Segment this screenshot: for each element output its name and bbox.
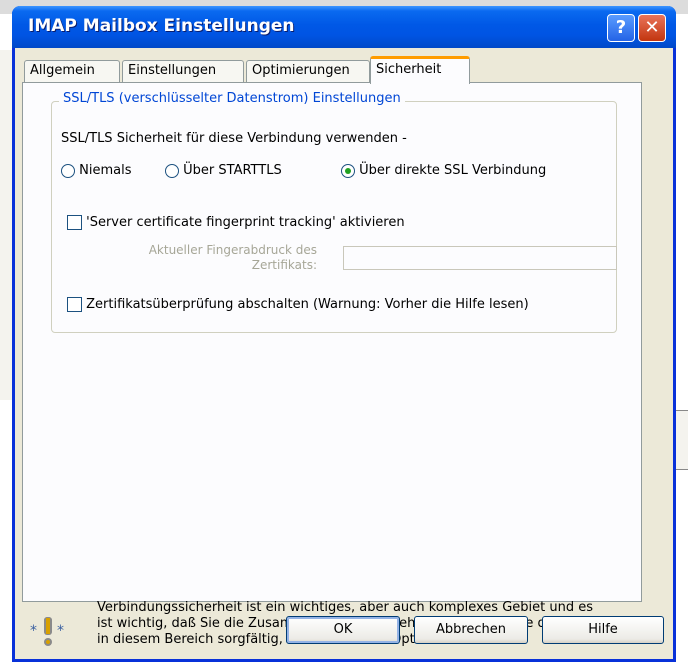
radio-direct-ssl[interactable]: Über direkte SSL Verbindung [341, 163, 546, 178]
radio-circle[interactable] [165, 163, 179, 178]
warning-info-icon: * * [28, 615, 68, 653]
title-bar[interactable]: IMAP Mailbox Einstellungen ? ✕ [12, 6, 676, 48]
fingerprint-field [343, 246, 617, 270]
ssl-prompt-label: SSL/TLS Sicherheit für diese Verbindung … [61, 131, 407, 146]
cancel-button[interactable]: Abbrechen [414, 616, 528, 644]
ssl-group-legend: SSL/TLS (verschlüsselter Datenstrom) Ein… [59, 91, 405, 106]
fingerprint-tracking-checkbox[interactable]: 'Server certificate fingerprint tracking… [67, 215, 405, 230]
window-title: IMAP Mailbox Einstellungen [28, 16, 295, 36]
question-mark-icon: ? [615, 17, 627, 38]
close-icon: ✕ [644, 17, 660, 38]
checkbox-box[interactable] [67, 297, 82, 312]
radio-starttls[interactable]: Über STARTTLS [165, 163, 282, 178]
svg-text:*: * [57, 623, 64, 639]
help-titlebar-button[interactable]: ? [607, 14, 635, 42]
radio-circle-selected[interactable] [341, 163, 355, 178]
radio-niemals-label: Niemals [79, 163, 132, 178]
security-tab-panel: SSL/TLS (verschlüsselter Datenstrom) Ein… [22, 82, 642, 602]
fingerprint-label-line1: Aktueller Fingerabdruck des [148, 243, 317, 257]
disable-cert-check-checkbox[interactable]: Zertifikatsüberprüfung abschalten (Warnu… [67, 297, 529, 312]
fingerprint-tracking-label: 'Server certificate fingerprint tracking… [86, 215, 405, 230]
radio-direct-ssl-label: Über direkte SSL Verbindung [359, 163, 547, 178]
tab-sicherheit[interactable]: Sicherheit [370, 56, 470, 84]
tab-optimierungen[interactable]: Optimierungen [246, 60, 370, 82]
radio-niemals[interactable]: Niemals [61, 163, 132, 178]
tab-allgemein[interactable]: Allgemein [24, 60, 120, 82]
radio-starttls-label: Über STARTTLS [183, 163, 282, 178]
ok-button[interactable]: OK [286, 616, 400, 644]
fingerprint-label-line2: Zertifikats: [251, 258, 317, 272]
svg-text:*: * [30, 623, 37, 639]
checkbox-box[interactable] [67, 215, 82, 230]
close-button[interactable]: ✕ [638, 14, 666, 42]
tab-einstellungen[interactable]: Einstellungen [122, 60, 244, 82]
help-button[interactable]: Hilfe [542, 616, 664, 644]
radio-circle[interactable] [61, 163, 75, 178]
disable-cert-check-label: Zertifikatsüberprüfung abschalten (Warnu… [86, 297, 529, 312]
